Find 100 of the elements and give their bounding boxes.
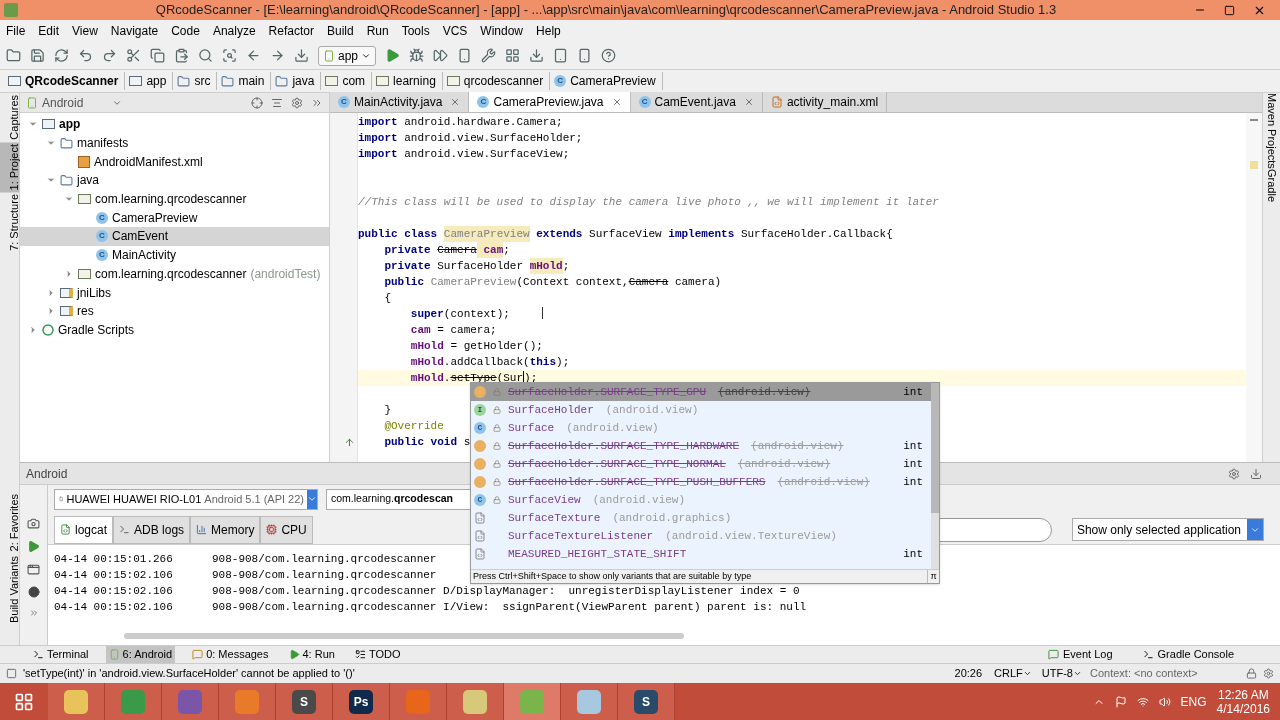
- menu-item[interactable]: Code: [171, 22, 200, 40]
- popup-corner-button[interactable]: π: [927, 569, 939, 584]
- tool-window-tab[interactable]: Terminal: [30, 646, 92, 663]
- maximize-icon[interactable]: [1224, 4, 1235, 16]
- tool-window-tab[interactable]: TODO: [351, 646, 404, 663]
- completion-item[interactable]: C Surface (android.view): [471, 419, 931, 437]
- menu-item[interactable]: Refactor: [268, 22, 314, 40]
- paste-icon[interactable]: [174, 48, 189, 63]
- breadcrumb-item[interactable]: java: [275, 72, 322, 90]
- completion-item[interactable]: SurfaceTextureListener (android.view.TextureView): [471, 527, 931, 545]
- menu-item[interactable]: Edit: [38, 22, 60, 40]
- breadcrumb-item[interactable]: QRcodeScanner: [8, 72, 126, 90]
- encoding[interactable]: UTF-8: [1039, 665, 1084, 682]
- taskbar-app[interactable]: [48, 683, 105, 720]
- breadcrumb-item[interactable]: app: [129, 72, 174, 90]
- replace-icon[interactable]: [222, 48, 237, 63]
- tree-item[interactable]: AndroidManifest.xml: [20, 152, 329, 172]
- menu-item[interactable]: Analyze: [212, 22, 256, 40]
- breadcrumb-item[interactable]: qrcodescanner: [446, 72, 551, 90]
- cut-icon[interactable]: [126, 48, 141, 63]
- menu-item[interactable]: Help: [536, 22, 561, 40]
- back-icon[interactable]: [246, 48, 261, 63]
- copy-icon[interactable]: [150, 48, 165, 63]
- sdk-download-icon[interactable]: [529, 48, 545, 63]
- override-marker-icon[interactable]: [344, 436, 355, 448]
- tree-item[interactable]: C MainActivity: [20, 245, 329, 265]
- completion-item[interactable]: SurfaceHolder.SURFACE_TYPE_GPU (android.view) int: [471, 383, 931, 401]
- layout-icon[interactable]: [27, 563, 40, 576]
- menu-item[interactable]: Build: [326, 22, 354, 40]
- logcat-tab[interactable]: Memory: [190, 515, 261, 544]
- volume-icon[interactable]: [1158, 695, 1171, 708]
- completion-item[interactable]: SurfaceHolder.SURFACE_TYPE_HARDWARE (android.view) int: [471, 437, 931, 455]
- taskbar-app[interactable]: Ps: [333, 683, 390, 720]
- hide-panel-icon[interactable]: [1250, 467, 1262, 480]
- tree-item[interactable]: C CameraPreview: [20, 208, 329, 228]
- editor-tab[interactable]: activity_main.xml: [762, 92, 888, 112]
- device-dropdown[interactable]: HUAWEI HUAWEI RIO-L01 Android 5.1 (API 22): [54, 488, 318, 510]
- filter-dropdown[interactable]: Show only selected application: [1071, 518, 1264, 541]
- run-config-dropdown[interactable]: app: [318, 45, 377, 66]
- panel-toggle-icon[interactable]: [6, 668, 17, 679]
- completion-item[interactable]: MEASURED_HEIGHT_STATE_SHIFT int: [471, 545, 931, 563]
- logcat-tab[interactable]: logcat: [54, 515, 114, 544]
- lock-icon[interactable]: [1246, 668, 1257, 679]
- run-icon[interactable]: [27, 540, 40, 553]
- locate-icon[interactable]: [251, 96, 263, 109]
- collapse-arrow-icon[interactable]: [64, 268, 74, 279]
- taskbar-app[interactable]: [447, 683, 504, 720]
- structure-icon[interactable]: [505, 48, 521, 63]
- side-tab[interactable]: Maven Projects: [1263, 93, 1280, 169]
- side-tab[interactable]: Gradle: [1263, 168, 1280, 202]
- tool-window-tab[interactable]: 4: Run: [285, 646, 338, 663]
- tool-window-tab[interactable]: Gradle Console: [1142, 646, 1234, 663]
- close-icon[interactable]: [450, 97, 461, 107]
- collapse-arrow-icon[interactable]: [28, 324, 38, 335]
- wrench-icon[interactable]: [481, 48, 497, 63]
- menu-item[interactable]: Window: [480, 22, 524, 40]
- tree-item[interactable]: res: [20, 301, 329, 321]
- avd-icon[interactable]: [553, 48, 569, 63]
- menu-item[interactable]: File: [6, 22, 26, 40]
- flag-icon[interactable]: [1114, 695, 1127, 708]
- menu-item[interactable]: Run: [366, 22, 389, 40]
- settings-icon[interactable]: [1228, 467, 1240, 480]
- signal-icon[interactable]: [1136, 695, 1149, 708]
- close-icon[interactable]: [743, 97, 754, 107]
- close-icon[interactable]: [611, 97, 622, 107]
- collapse-arrow-icon[interactable]: [46, 287, 56, 298]
- editor-tab[interactable]: C CameraPreview.java: [469, 92, 631, 112]
- side-tab[interactable]: 1: Project: [0, 141, 19, 193]
- bug-icon[interactable]: [409, 48, 425, 63]
- camera-icon[interactable]: [27, 517, 40, 530]
- open-folder-icon[interactable]: [6, 48, 21, 63]
- completion-item[interactable]: SurfaceTexture (android.graphics): [471, 509, 931, 527]
- side-tab[interactable]: 2: Favorites: [0, 492, 19, 554]
- breadcrumb-item[interactable]: com: [325, 72, 373, 90]
- completion-item[interactable]: SurfaceHolder.SURFACE_TYPE_NORMAL (android.view) int: [471, 455, 931, 473]
- tree-item[interactable]: com.learning.qrcodescanner (androidTest): [20, 264, 329, 284]
- search-icon[interactable]: [198, 48, 213, 63]
- editor-tab[interactable]: C MainActivity.java: [330, 92, 470, 112]
- undo-icon[interactable]: [78, 48, 93, 63]
- breadcrumb-item[interactable]: C CameraPreview: [554, 72, 663, 90]
- settings-icon[interactable]: [291, 96, 303, 109]
- attach-icon[interactable]: [433, 48, 449, 63]
- tree-item[interactable]: manifests: [20, 133, 329, 153]
- breadcrumb-item[interactable]: learning: [376, 72, 443, 90]
- save-icon[interactable]: [30, 48, 45, 63]
- completion-item[interactable]: SurfaceHolder.SURFACE_TYPE_PUSH_BUFFERS (android.view) int: [471, 473, 931, 491]
- sync-icon[interactable]: [54, 48, 69, 63]
- language-indicator[interactable]: ENG: [1180, 692, 1207, 711]
- tool-window-tab[interactable]: 0: Messages: [189, 646, 272, 663]
- tree-item[interactable]: C CamEvent: [20, 227, 329, 246]
- side-tab[interactable]: Captures: [0, 93, 19, 142]
- menu-item[interactable]: Tools: [401, 22, 430, 40]
- tree-item[interactable]: com.learning.qrcodescanner: [20, 189, 329, 209]
- make-icon[interactable]: [294, 48, 309, 63]
- editor-tab[interactable]: C CamEvent.java: [630, 92, 763, 112]
- redo-icon[interactable]: [102, 48, 117, 63]
- tree-item[interactable]: jniLibs: [20, 283, 329, 302]
- clock[interactable]: 12:26 AM 4/14/2016: [1216, 687, 1270, 716]
- tree-item[interactable]: app: [20, 115, 329, 134]
- forward-icon[interactable]: [270, 48, 285, 63]
